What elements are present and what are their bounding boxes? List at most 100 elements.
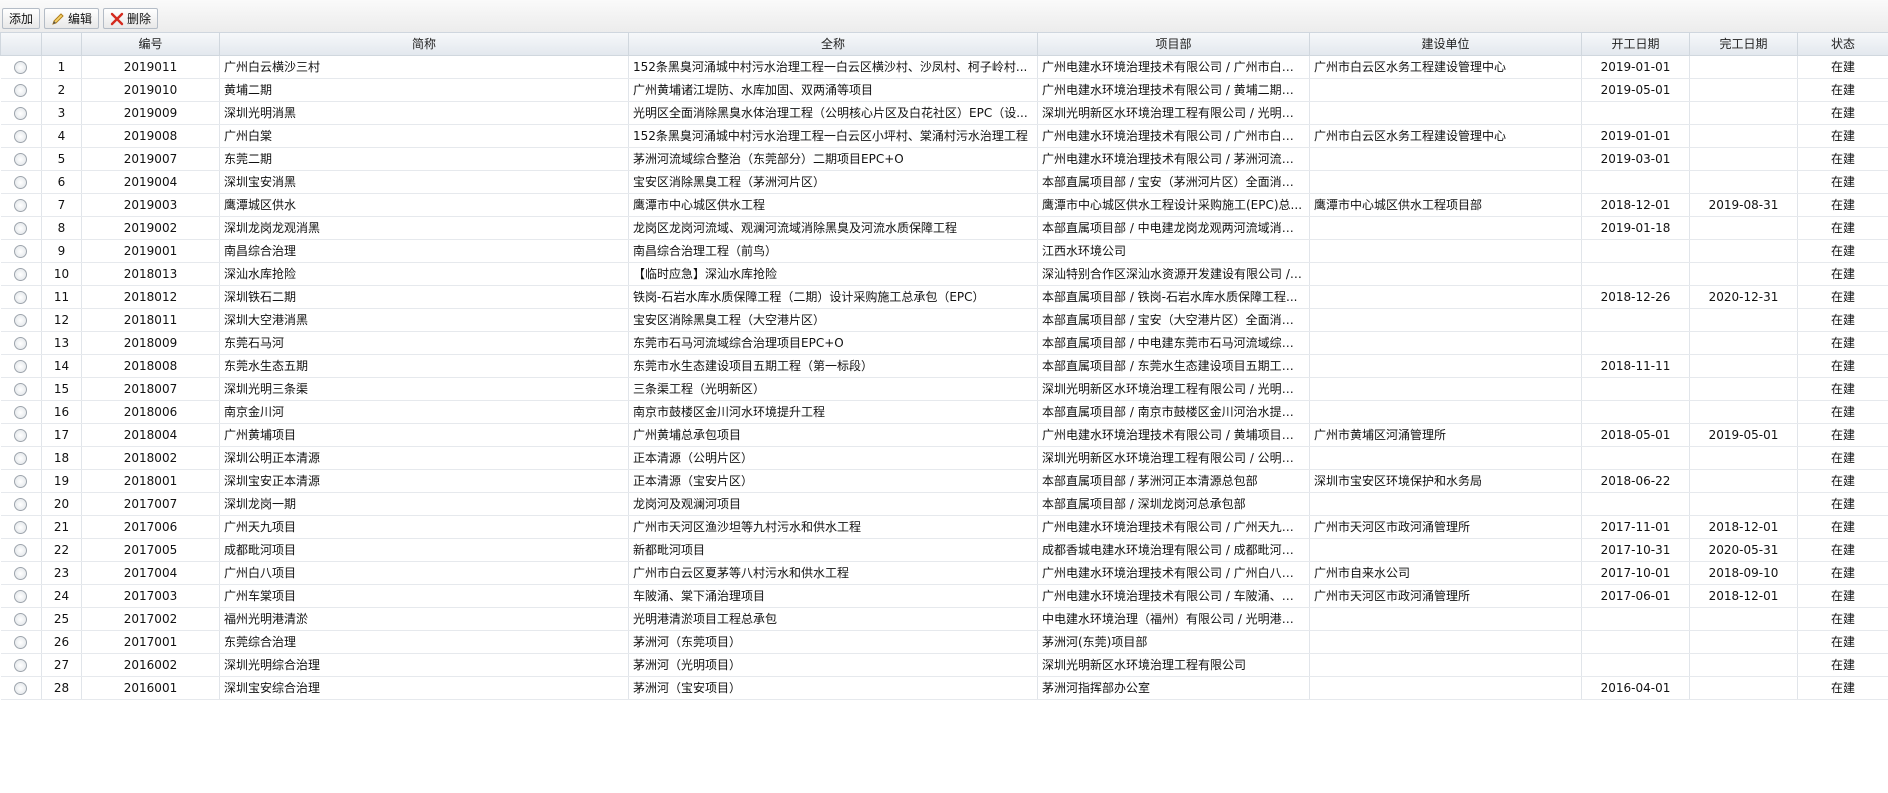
row-select-cell[interactable] <box>0 515 42 539</box>
row-select-cell[interactable] <box>0 147 42 171</box>
table-row[interactable]: 22 2017005 成都毗河项目 新都毗河项目 成都香城电建水环境治理有限公司 / 成… <box>0 538 1888 562</box>
edit-button[interactable]: 编辑 <box>44 8 100 29</box>
table-row[interactable]: 12 2018011 深圳大空港消黑 宝安区消除黑臭工程（大空港片区） 本部直属项目部 … <box>0 308 1888 332</box>
table-row[interactable]: 9 2019001 南昌综合治理 南昌综合治理工程（前鸟） 江西水环境公司 在建 <box>0 239 1888 263</box>
row-radio[interactable] <box>14 474 28 488</box>
row-radio[interactable] <box>14 152 28 166</box>
row-select-cell[interactable] <box>0 262 42 286</box>
table-row[interactable]: 27 2016002 深圳光明综合治理 茅洲河（光明项目） 深圳光明新区水环境治理工程有… <box>0 653 1888 677</box>
table-row[interactable]: 4 2019008 广州白棠 152条黑臭河涌城中村污水治理工程一白云区小坪村、棠涌村… <box>0 124 1888 148</box>
col-start-date-header[interactable]: 开工日期 <box>1581 33 1690 56</box>
row-radio[interactable] <box>14 382 28 396</box>
row-select-cell[interactable] <box>0 492 42 516</box>
row-radio[interactable] <box>14 267 28 281</box>
row-select-cell[interactable] <box>0 377 42 401</box>
table-row[interactable]: 1 2019011 广州白云横沙三村 152条黑臭河涌城中村污水治理工程一白云区横沙村… <box>0 55 1888 79</box>
row-select-cell[interactable] <box>0 239 42 263</box>
row-radio[interactable] <box>14 60 28 74</box>
row-select-cell[interactable] <box>0 331 42 355</box>
table-row[interactable]: 23 2017004 广州白八项目 广州市白云区夏茅等八村污水和供水工程 广州电建水环境… <box>0 561 1888 585</box>
col-index-header[interactable] <box>41 33 82 56</box>
row-radio[interactable] <box>14 198 28 212</box>
table-row[interactable]: 11 2018012 深圳铁石二期 铁岗-石岩水库水质保障工程（二期）设计采购施工总承… <box>0 285 1888 309</box>
row-select-cell[interactable] <box>0 101 42 125</box>
row-radio[interactable] <box>14 313 28 327</box>
row-select-cell[interactable] <box>0 354 42 378</box>
row-radio[interactable] <box>14 175 28 189</box>
table-row[interactable]: 14 2018008 东莞水生态五期 东莞市水生态建设项目五期工程（第一标段） 本部直属… <box>0 354 1888 378</box>
col-status-header[interactable]: 状态 <box>1797 33 1888 56</box>
row-select-cell[interactable] <box>0 561 42 585</box>
row-select-cell[interactable] <box>0 285 42 309</box>
col-short-name-header[interactable]: 简称 <box>219 33 629 56</box>
col-project-dept-header[interactable]: 项目部 <box>1037 33 1310 56</box>
row-select-cell[interactable] <box>0 538 42 562</box>
row-radio[interactable] <box>14 244 28 258</box>
row-select-cell[interactable] <box>0 607 42 631</box>
row-radio[interactable] <box>14 106 28 120</box>
code-cell: 2018008 <box>81 354 220 378</box>
row-select-cell[interactable] <box>0 55 42 79</box>
row-select-cell[interactable] <box>0 78 42 102</box>
row-radio[interactable] <box>14 497 28 511</box>
row-select-cell[interactable] <box>0 170 42 194</box>
row-radio[interactable] <box>14 635 28 649</box>
row-select-cell[interactable] <box>0 584 42 608</box>
table-row[interactable]: 20 2017007 深圳龙岗一期 龙岗河及观澜河项目 本部直属项目部 / 深圳龙岗河总… <box>0 492 1888 516</box>
row-select-cell[interactable] <box>0 124 42 148</box>
row-select-cell[interactable] <box>0 630 42 654</box>
row-radio[interactable] <box>14 451 28 465</box>
row-radio[interactable] <box>14 290 28 304</box>
project-dept-cell: 江西水环境公司 <box>1037 239 1310 263</box>
row-radio[interactable] <box>14 681 28 695</box>
col-select-header[interactable] <box>0 33 42 56</box>
row-radio[interactable] <box>14 129 28 143</box>
row-radio[interactable] <box>14 221 28 235</box>
row-radio[interactable] <box>14 83 28 97</box>
row-select-cell[interactable] <box>0 308 42 332</box>
table-row[interactable]: 15 2018007 深圳光明三条渠 三条渠工程（光明新区） 深圳光明新区水环境治理工程… <box>0 377 1888 401</box>
row-select-cell[interactable] <box>0 400 42 424</box>
table-row[interactable]: 19 2018001 深圳宝安正本清源 正本清源（宝安片区） 本部直属项目部 / 茅洲河… <box>0 469 1888 493</box>
table-row[interactable]: 6 2019004 深圳宝安消黑 宝安区消除黑臭工程（茅洲河片区） 本部直属项目部 / … <box>0 170 1888 194</box>
row-select-cell[interactable] <box>0 216 42 240</box>
table-row[interactable]: 2 2019010 黄埔二期 广州黄埔诸江堤防、水库加固、双两涌等项目 广州电建水环境治… <box>0 78 1888 102</box>
table-row[interactable]: 18 2018002 深圳公明正本清源 正本清源（公明片区） 深圳光明新区水环境治理工程… <box>0 446 1888 470</box>
row-select-cell[interactable] <box>0 469 42 493</box>
row-radio[interactable] <box>14 359 28 373</box>
table-row[interactable]: 7 2019003 鹰潭城区供水 鹰潭市中心城区供水工程 鹰潭市中心城区供水工程设计采购… <box>0 193 1888 217</box>
row-select-cell[interactable] <box>0 423 42 447</box>
table-row[interactable]: 8 2019002 深圳龙岗龙观消黑 龙岗区龙岗河流域、观澜河流域消除黑臭及河流水质保… <box>0 216 1888 240</box>
table-row[interactable]: 25 2017002 福州光明港清淤 光明港清淤项目工程总承包 中电建水环境治理（福州）… <box>0 607 1888 631</box>
table-row[interactable]: 16 2018006 南京金川河 南京市鼓楼区金川河水环境提升工程 本部直属项目部 / … <box>0 400 1888 424</box>
col-code-header[interactable]: 编号 <box>81 33 220 56</box>
row-radio[interactable] <box>14 612 28 626</box>
status-cell: 在建 <box>1797 124 1888 148</box>
table-row[interactable]: 10 2018013 深汕水库抢险 【临时应急】深汕水库抢险 深汕特别合作区深汕水资源开… <box>0 262 1888 286</box>
row-radio[interactable] <box>14 428 28 442</box>
table-row[interactable]: 21 2017006 广州天九项目 广州市天河区渔沙坦等九村污水和供水工程 广州电建水环… <box>0 515 1888 539</box>
row-radio[interactable] <box>14 405 28 419</box>
col-end-date-header[interactable]: 完工日期 <box>1689 33 1798 56</box>
table-row[interactable]: 26 2017001 东莞综合治理 茅洲河（东莞项目） 茅洲河(东莞)项目部 在建 <box>0 630 1888 654</box>
table-row[interactable]: 3 2019009 深圳光明消黑 光明区全面消除黑臭水体治理工程（公明核心片区及白花社… <box>0 101 1888 125</box>
delete-button[interactable]: 删除 <box>103 8 159 29</box>
table-row[interactable]: 5 2019007 东莞二期 茅洲河流域综合整治（东莞部分）二期项目EPC+O 广州电建… <box>0 147 1888 171</box>
table-row[interactable]: 28 2016001 深圳宝安综合治理 茅洲河（宝安项目） 茅洲河指挥部办公室 2016-… <box>0 676 1888 700</box>
col-full-name-header[interactable]: 全称 <box>628 33 1038 56</box>
add-button[interactable]: 添加 <box>2 8 41 29</box>
row-radio[interactable] <box>14 520 28 534</box>
row-select-cell[interactable] <box>0 653 42 677</box>
row-select-cell[interactable] <box>0 193 42 217</box>
row-radio[interactable] <box>14 336 28 350</box>
row-radio[interactable] <box>14 543 28 557</box>
row-radio[interactable] <box>14 589 28 603</box>
row-select-cell[interactable] <box>0 676 42 700</box>
table-row[interactable]: 13 2018009 东莞石马河 东莞市石马河流域综合治理项目EPC+O 本部直属项目部… <box>0 331 1888 355</box>
row-select-cell[interactable] <box>0 446 42 470</box>
row-radio[interactable] <box>14 658 28 672</box>
row-radio[interactable] <box>14 566 28 580</box>
col-builder-header[interactable]: 建设单位 <box>1309 33 1582 56</box>
table-row[interactable]: 24 2017003 广州车棠项目 车陂涌、棠下涌治理项目 广州电建水环境治理技术有限公… <box>0 584 1888 608</box>
table-row[interactable]: 17 2018004 广州黄埔项目 广州黄埔总承包项目 广州电建水环境治理技术有限公司 … <box>0 423 1888 447</box>
